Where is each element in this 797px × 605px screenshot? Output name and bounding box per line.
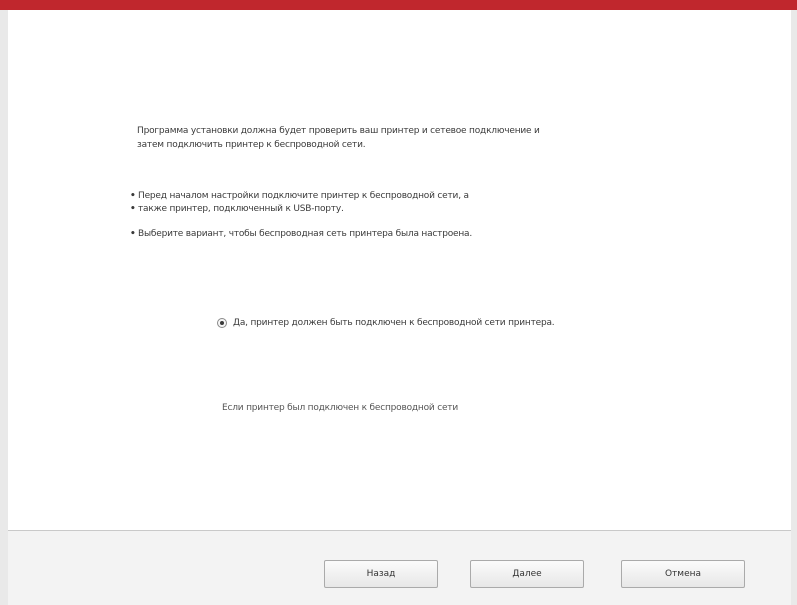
- window-frame-right: [791, 10, 797, 605]
- bullet-icon: •: [130, 204, 136, 214]
- intro-text: Программа установки должна будет провери…: [137, 124, 607, 152]
- instruction-item: • Перед началом настройки подключите прин…: [130, 190, 630, 203]
- wireless-option[interactable]: Да, принтер должен быть подключен к бесп…: [217, 318, 555, 328]
- content-area: [8, 10, 791, 530]
- intro-line-2: затем подключить принтер к беспроводной …: [137, 140, 366, 150]
- instruction-text: Выберите вариант, чтобы беспроводная сет…: [138, 229, 473, 239]
- window-frame-left: [0, 10, 8, 605]
- instruction-item: • также принтер, подключенный к USB-порту…: [130, 203, 630, 216]
- radio-button-icon[interactable]: [217, 318, 227, 328]
- title-accent-bar: [0, 0, 797, 10]
- instruction-text: Перед началом настройки подключите принт…: [138, 191, 469, 201]
- back-button[interactable]: Назад: [324, 560, 438, 588]
- instruction-item: • Выберите вариант, чтобы беспроводная се…: [130, 228, 630, 241]
- next-button[interactable]: Далее: [470, 560, 584, 588]
- installer-window: Программа установки должна будет провери…: [0, 0, 797, 605]
- instruction-text: также принтер, подключенный к USB-порту.: [138, 204, 344, 214]
- connected-printer-text: Если принтер был подключен к беспроводно…: [222, 403, 458, 413]
- instruction-list: • Перед началом настройки подключите прин…: [130, 190, 630, 241]
- wireless-option-label[interactable]: Да, принтер должен быть подключен к бесп…: [233, 318, 555, 328]
- cancel-button[interactable]: Отмена: [621, 560, 745, 588]
- intro-line-1: Программа установки должна будет провери…: [137, 126, 540, 136]
- bullet-icon: •: [130, 229, 136, 239]
- bullet-icon: •: [130, 191, 136, 201]
